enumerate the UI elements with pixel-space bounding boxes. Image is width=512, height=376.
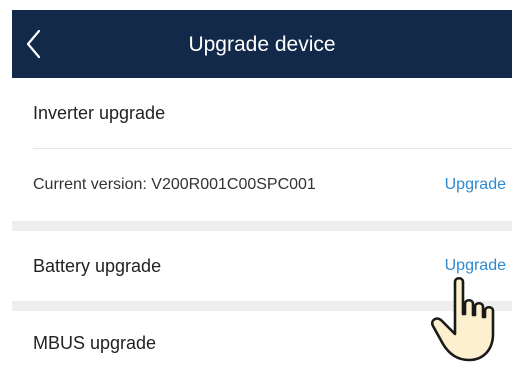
current-version-text: Current version: V200R001C00SPC001 xyxy=(33,176,316,193)
mbus-upgrade-label: MBUS upgrade xyxy=(33,333,157,353)
inverter-upgrade-row: Inverter upgrade xyxy=(12,78,512,148)
inverter-upgrade-button[interactable]: Upgrade xyxy=(445,149,506,221)
page-title: Upgrade device xyxy=(188,33,336,56)
current-version-row: Current version: V200R001C00SPC001 Upgra… xyxy=(12,149,512,221)
inverter-upgrade-label: Inverter upgrade xyxy=(33,102,166,123)
section-separator xyxy=(12,221,512,231)
app-header: Upgrade device xyxy=(12,10,512,78)
battery-upgrade-label: Battery upgrade xyxy=(33,255,162,276)
hand-pointer-icon xyxy=(430,276,495,362)
